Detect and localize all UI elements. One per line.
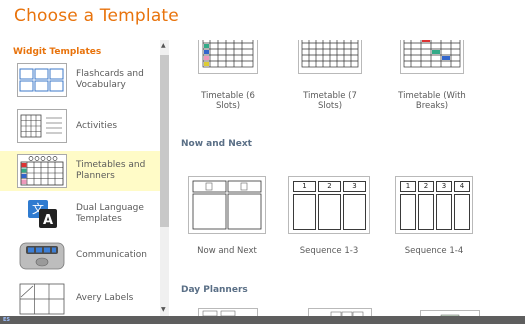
activities-thumb (17, 109, 67, 143)
timetable-thumb (17, 154, 67, 188)
sidebar-scrollbar[interactable]: ▲ ▼ (160, 40, 169, 316)
sidebar-item-label: Activities (76, 121, 118, 131)
template-thumbnail: 1 2 3 4 (395, 176, 473, 234)
status-bar: ES (0, 316, 525, 324)
status-badge: ES (3, 317, 11, 323)
sidebar-item-label: Dual Language Templates (76, 203, 144, 224)
template-timetable-breaks[interactable]: Timetable (With Breaks) (390, 40, 474, 115)
template-gallery: Timetable (6 Slots) Timetable (7 Slots) (172, 40, 525, 316)
template-thumbnail (298, 40, 362, 74)
template-caption: Timetable (6 Slots) (201, 91, 255, 111)
template-timetable-6[interactable]: Timetable (6 Slots) (188, 40, 268, 111)
template-thumbnail: 1 2 3 (288, 176, 370, 234)
template-thumbnail (308, 308, 372, 316)
timetable-7-preview (301, 40, 359, 68)
sequence-number: 1 (302, 182, 307, 190)
template-caption: Timetable (7 Slots) (303, 91, 357, 111)
template-thumbnail (188, 176, 266, 234)
dialog-title: Choose a Template (14, 6, 179, 26)
sidebar-item-label: Avery Labels (76, 293, 134, 303)
sequence-number: 3 (441, 182, 447, 190)
sequence-number: 2 (327, 182, 332, 190)
timetable-6-preview (202, 40, 254, 68)
template-sequence-1-4[interactable]: 1 2 3 4 Sequence 1-4 (390, 176, 478, 260)
flashcards-thumb (17, 63, 67, 97)
template-caption: Sequence 1-3 (299, 246, 359, 256)
sidebar-item-avery-labels[interactable]: Avery Labels (0, 278, 160, 316)
sidebar-item-label: Flashcards and Vocabulary (76, 69, 144, 90)
template-caption: Now and Next (197, 246, 257, 256)
scroll-down-arrow-icon[interactable]: ▼ (161, 306, 166, 313)
template-thumbnail (400, 40, 464, 74)
template-caption: Sequence 1-4 (404, 246, 464, 256)
svg-text:A: A (43, 213, 53, 228)
sequence-number: 2 (423, 182, 429, 190)
sequence-number: 3 (352, 182, 357, 190)
now-and-next-preview (192, 180, 262, 230)
scrollbar-thumb[interactable] (160, 55, 169, 227)
section-title-day-planners: Day Planners (181, 285, 248, 295)
template-sequence-1-3[interactable]: 1 2 3 Sequence 1-3 (284, 176, 374, 260)
labels-thumb (19, 283, 65, 315)
communicator-device-icon (19, 242, 65, 270)
sidebar-item-label: Timetables and Planners (76, 160, 146, 181)
sidebar-item-dual-language[interactable]: 文 A Dual Language Templates (0, 194, 160, 234)
sidebar-heading: Widgit Templates (13, 47, 102, 57)
section-title-now-and-next: Now and Next (181, 139, 252, 149)
template-day-planner-1[interactable] (188, 308, 268, 316)
sidebar-item-flashcards[interactable]: Flashcards and Vocabulary (0, 60, 160, 100)
template-day-planner-3[interactable] (410, 308, 490, 316)
sequence-number: 4 (459, 182, 465, 190)
template-now-and-next[interactable]: Now and Next (184, 176, 270, 260)
template-timetable-7[interactable]: Timetable (7 Slots) (290, 40, 370, 111)
scroll-up-arrow-icon[interactable]: ▲ (161, 42, 166, 49)
sequence-number: 1 (405, 182, 411, 190)
sidebar-item-timetables[interactable]: Timetables and Planners (0, 151, 160, 191)
sidebar-item-communication[interactable]: Communication (0, 236, 160, 276)
template-caption: Timetable (With Breaks) (398, 91, 466, 111)
template-category-sidebar: Widgit Templates Flashcards and Vocabula… (0, 40, 160, 316)
translate-icon: 文 A (28, 200, 57, 228)
template-thumbnail (198, 40, 258, 74)
template-thumbnail (198, 308, 258, 316)
sidebar-item-activities[interactable]: Activities (0, 106, 160, 146)
template-day-planner-2[interactable] (300, 308, 380, 316)
sidebar-item-label: Communication (76, 250, 147, 260)
timetable-breaks-preview (403, 40, 461, 68)
